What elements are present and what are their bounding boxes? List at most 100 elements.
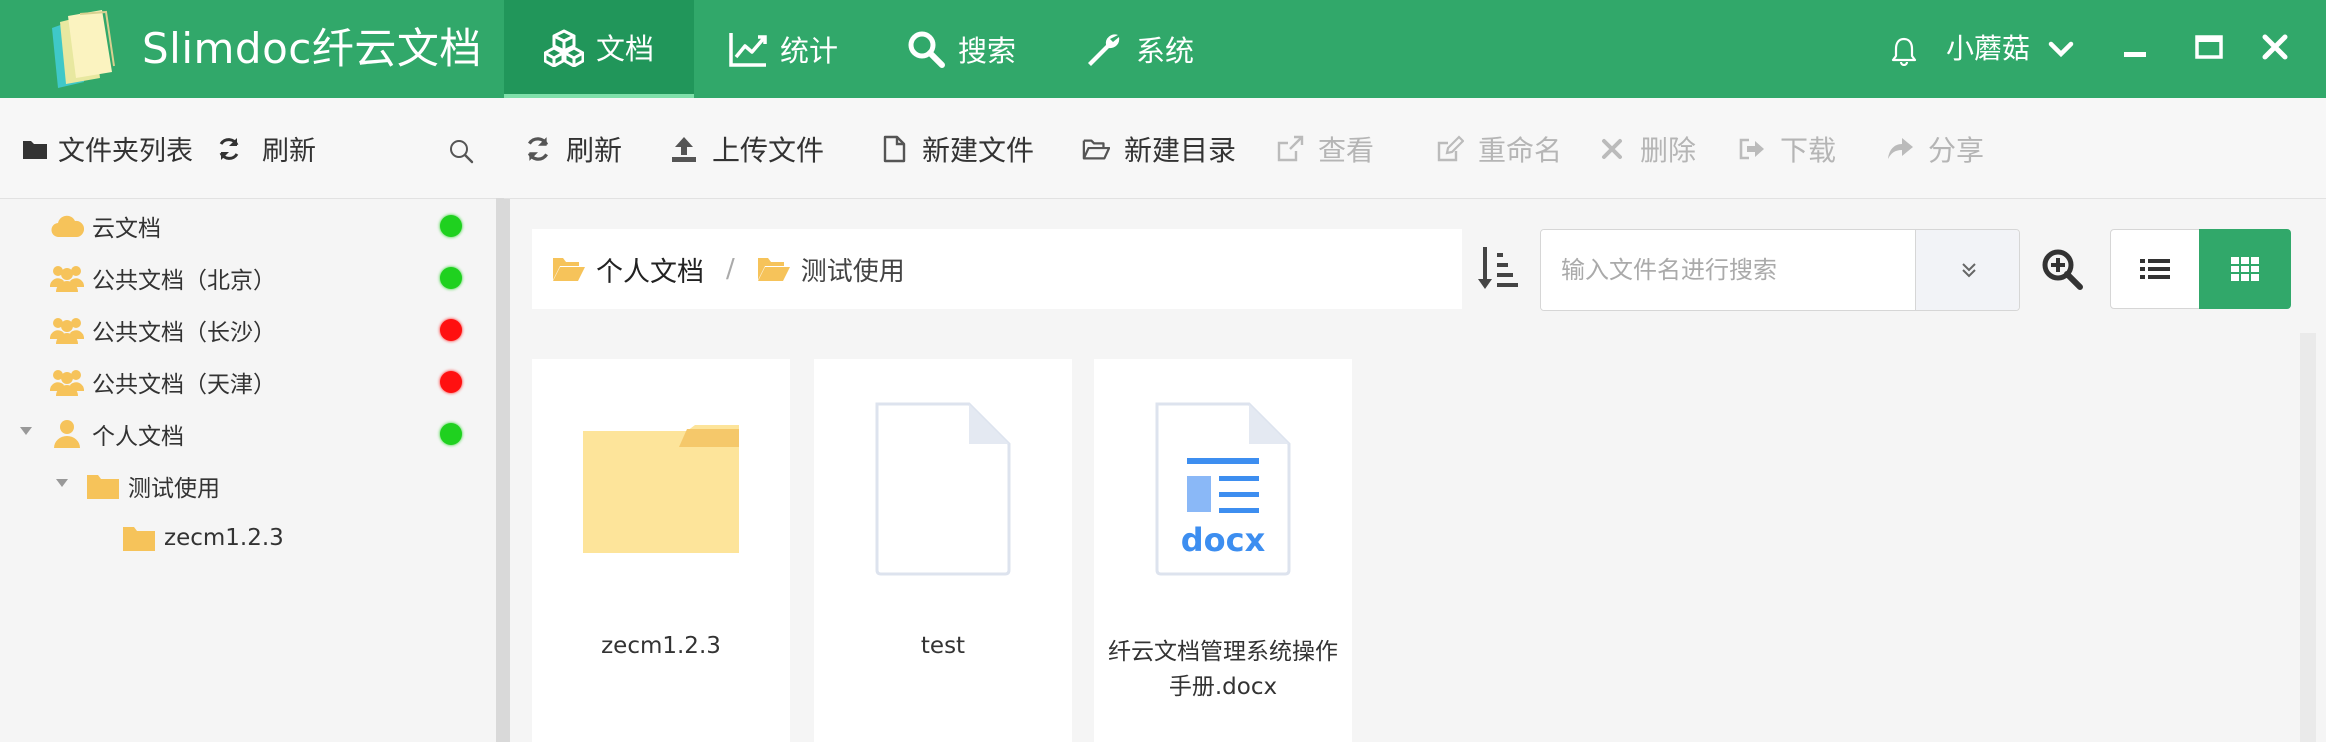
refresh-icon xyxy=(527,136,549,161)
maximize-icon[interactable] xyxy=(2192,30,2226,64)
file-thumbnail xyxy=(1094,359,1352,619)
upload-label: 上传文件 xyxy=(712,133,825,167)
tree-item-public-beijing[interactable]: 公共文档（北京） xyxy=(50,252,276,304)
docx-badge: docx xyxy=(1180,521,1266,559)
close-icon xyxy=(1602,138,1622,159)
tree-item-label: 测试使用 xyxy=(128,476,220,502)
file-thumbnail xyxy=(532,359,790,619)
file-card-folder[interactable]: zecm1.2.3 xyxy=(532,359,790,742)
sidebar-refresh-button[interactable]: 刷新 xyxy=(216,98,316,199)
app-brand: Slimdoc纤云文档 xyxy=(142,24,482,73)
upload-file-button[interactable]: 上传文件 xyxy=(670,98,824,199)
status-dot-offline xyxy=(440,319,462,341)
sidebar-toolbar: 文件夹列表 刷新 xyxy=(0,98,504,199)
grid-view-button[interactable] xyxy=(2199,229,2291,309)
file-name: test xyxy=(920,633,966,659)
delete-button[interactable]: 删除 xyxy=(1598,98,1696,199)
users-icon xyxy=(50,266,84,292)
zoom-in-icon[interactable] xyxy=(2040,247,2084,291)
file-search-input[interactable] xyxy=(1541,230,1915,310)
caret-down-icon[interactable] xyxy=(55,478,69,488)
new-dir-label: 新建目录 xyxy=(1124,133,1237,167)
file-card-file[interactable]: test xyxy=(814,359,1072,742)
file-toolbar: 刷新 上传文件 新建文件 新建目录 查看 重命名 删除 下载 分享 xyxy=(504,98,2326,199)
breadcrumb-label: 测试使用 xyxy=(800,256,905,287)
sign-out-icon xyxy=(1739,138,1764,159)
refresh-label: 刷新 xyxy=(566,133,623,167)
folder-icon xyxy=(23,140,47,159)
users-icon xyxy=(50,318,84,344)
cubes-icon xyxy=(543,29,584,67)
sidebar-resize-handle[interactable] xyxy=(496,198,510,742)
tree-item-public-tianjin[interactable]: 公共文档（天津） xyxy=(50,356,276,408)
refresh-label: 刷新 xyxy=(262,136,316,167)
list-icon xyxy=(2140,259,2170,279)
caret-down-icon[interactable] xyxy=(19,426,33,436)
tree-item-public-changsha[interactable]: 公共文档（长沙） xyxy=(50,304,276,356)
breadcrumb-separator: / xyxy=(726,254,735,284)
upload-icon xyxy=(672,136,696,162)
sort-amount-icon[interactable] xyxy=(1476,245,1520,293)
share-icon xyxy=(1888,137,1913,159)
content-scrollbar[interactable] xyxy=(2300,333,2316,742)
search-icon[interactable] xyxy=(448,138,474,164)
file-name: 纤云文档管理系统操作手册.docx xyxy=(1108,639,1338,700)
nav-tab-search[interactable]: 搜索 xyxy=(872,0,1050,98)
user-name[interactable]: 小蘑菇 xyxy=(1946,0,2030,98)
external-link-icon xyxy=(1277,135,1304,161)
new-file-label: 新建文件 xyxy=(922,133,1035,167)
tree-item-cloud-docs[interactable]: 云文档 xyxy=(50,200,161,252)
new-directory-button[interactable]: 新建目录 xyxy=(1082,98,1236,199)
tree-item-test-use[interactable]: 测试使用 xyxy=(86,460,220,512)
share-button[interactable]: 分享 xyxy=(1886,98,1984,199)
status-dot-online xyxy=(440,267,462,289)
edit-icon xyxy=(1437,134,1464,161)
double-chevron-down-icon xyxy=(1961,263,1976,278)
user-icon xyxy=(54,420,80,448)
view-label: 查看 xyxy=(1318,133,1375,167)
search-options-dropdown[interactable] xyxy=(1915,230,2019,310)
nav-tab-stats[interactable]: 统计 xyxy=(694,0,872,98)
file-thumbnail xyxy=(814,359,1072,619)
status-dot-offline xyxy=(440,371,462,393)
app-logo-icon xyxy=(52,10,115,88)
tree-item-label: 云文档 xyxy=(92,216,161,242)
download-button[interactable]: 下载 xyxy=(1738,98,1836,199)
delete-label: 删除 xyxy=(1640,133,1697,167)
top-header: Slimdoc纤云文档 文档 统计 搜索 系统 小蘑菇 xyxy=(0,0,2326,98)
folder-list-title: 文件夹列表 xyxy=(22,98,193,199)
chevron-down-icon[interactable] xyxy=(2048,40,2074,60)
status-dot-online xyxy=(440,215,462,237)
file-card-docx[interactable]: docx 纤云文档管理系统操作手册.docx xyxy=(1094,359,1352,742)
share-label: 分享 xyxy=(1928,133,1985,167)
nav-tab-docs[interactable]: 文档 xyxy=(504,0,694,98)
breadcrumb-item-personal[interactable]: 个人文档 xyxy=(552,250,704,289)
tree-item-label: 公共文档（长沙） xyxy=(92,320,276,346)
new-file-button[interactable]: 新建文件 xyxy=(880,98,1034,199)
breadcrumb-item-test[interactable]: 测试使用 xyxy=(757,251,905,288)
folder-open-icon xyxy=(757,258,790,281)
minimize-icon[interactable] xyxy=(2118,30,2152,64)
folder-list-label: 文件夹列表 xyxy=(58,136,193,167)
blank-file-icon xyxy=(875,402,1011,576)
folder-icon xyxy=(123,527,155,551)
rename-button[interactable]: 重命名 xyxy=(1436,98,1562,199)
tree-item-personal-docs[interactable]: 个人文档 xyxy=(50,408,184,460)
download-label: 下载 xyxy=(1780,133,1837,167)
nav-tab-system[interactable]: 系统 xyxy=(1050,0,1228,98)
tree-item-zecm[interactable]: zecm1.2.3 xyxy=(122,512,284,564)
wrench-icon xyxy=(1088,34,1120,66)
tree-item-label: zecm1.2.3 xyxy=(164,525,284,551)
refresh-icon xyxy=(219,137,239,160)
list-view-button[interactable] xyxy=(2110,229,2200,309)
rename-label: 重命名 xyxy=(1478,133,1563,167)
view-button[interactable]: 查看 xyxy=(1276,98,1374,199)
line-chart-icon xyxy=(729,33,767,67)
file-content-area: 个人文档 / 测试使用 输入文件名进行搜索 zecm1.2.3 test doc… xyxy=(510,199,2316,742)
breadcrumb-label: 个人文档 xyxy=(596,256,704,288)
bell-icon[interactable] xyxy=(1890,36,1918,66)
folder-open-icon xyxy=(1082,138,1110,159)
refresh-button[interactable]: 刷新 xyxy=(524,98,622,199)
close-icon[interactable] xyxy=(2258,30,2292,64)
folder-open-icon xyxy=(553,258,585,281)
